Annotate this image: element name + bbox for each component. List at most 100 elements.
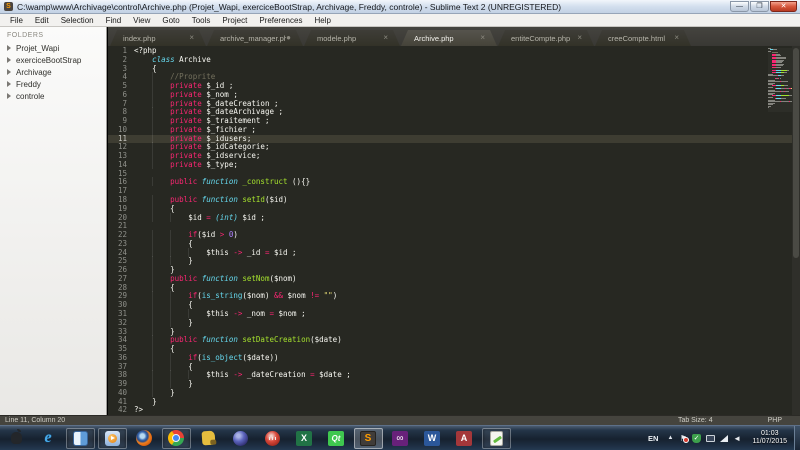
taskbar-clock[interactable]: 01:03 11/07/2015 bbox=[743, 430, 794, 447]
taskbar-eclipse-button[interactable] bbox=[226, 428, 255, 449]
folder-list: Projet_WapiexerciceBootStrapArchivage Fre… bbox=[0, 42, 106, 102]
sidebar-folder-freddy[interactable]: Freddy bbox=[0, 78, 106, 90]
tab-label: creeCompte.html bbox=[608, 34, 665, 43]
minimize-button[interactable]: — bbox=[730, 1, 749, 12]
taskbar-wmp-button[interactable] bbox=[98, 428, 127, 449]
code-line-25[interactable]: 25 } bbox=[108, 257, 792, 266]
maximize-button[interactable]: ❐ bbox=[750, 1, 769, 12]
syntax-indicator[interactable]: PHP bbox=[768, 417, 800, 424]
taskbar-yellow-tool-button[interactable] bbox=[194, 428, 223, 449]
menu-help[interactable]: Help bbox=[308, 16, 336, 25]
menu-bar: FileEditSelectionFindViewGotoToolsProjec… bbox=[0, 14, 800, 27]
volume-speaker-icon[interactable]: ◄ bbox=[733, 434, 741, 443]
code-line-24[interactable]: 24 $this -> _id = $id ; bbox=[108, 249, 792, 258]
network-signal-icon[interactable] bbox=[720, 435, 728, 442]
window-controls: — ❐ ✕ bbox=[729, 1, 797, 12]
folder-label: Freddy bbox=[16, 80, 41, 89]
sublime-text-icon: S bbox=[360, 431, 376, 446]
security-shield-icon[interactable]: ✓ bbox=[692, 434, 701, 443]
sidebar-folder-exercicebootstrap[interactable]: exerciceBootStrap bbox=[0, 54, 106, 66]
code-line-14[interactable]: 14 private $_type; bbox=[108, 161, 792, 170]
clock-date: 11/07/2015 bbox=[752, 438, 787, 447]
folder-expand-arrow-icon[interactable] bbox=[7, 45, 11, 51]
code-line-38[interactable]: 38 $this -> _dateCreation = $date ; bbox=[108, 371, 792, 380]
sidebar-folder-archivage[interactable]: Archivage bbox=[0, 66, 106, 78]
excel-icon: X bbox=[296, 431, 312, 446]
taskbar-internet-explorer-button[interactable]: e bbox=[34, 428, 63, 449]
code-line-20[interactable]: 20 $id = (int) $id ; bbox=[108, 214, 792, 223]
tab-entiteCompte.php[interactable]: entiteCompte.php× bbox=[498, 30, 594, 46]
menu-view[interactable]: View bbox=[127, 16, 156, 25]
code-line-27[interactable]: 27 public function setNom($nom) bbox=[108, 275, 792, 284]
code-line-40[interactable]: 40 } bbox=[108, 389, 792, 398]
tab-Archive.php[interactable]: Archive.php× bbox=[401, 30, 497, 46]
code-line-2[interactable]: 2 class Archive bbox=[108, 56, 792, 65]
sidebar-folder-projet_wapi[interactable]: Projet_Wapi bbox=[0, 42, 106, 54]
taskbar-notepad-green-button[interactable] bbox=[482, 428, 511, 449]
code-line-32[interactable]: 32 } bbox=[108, 319, 792, 328]
cursor-position: Line 11, Column 20 bbox=[0, 417, 678, 424]
modified-dot-icon[interactable]: ● bbox=[286, 34, 291, 42]
tab-close-icon[interactable]: × bbox=[577, 34, 582, 42]
code-line-29[interactable]: 29 if(is_string($nom) && $nom != "") bbox=[108, 292, 792, 301]
scrollbar-thumb[interactable] bbox=[793, 48, 799, 258]
menu-project[interactable]: Project bbox=[216, 16, 253, 25]
tab-close-icon[interactable]: × bbox=[189, 34, 194, 42]
code-line-42[interactable]: 42?> bbox=[108, 406, 792, 415]
folder-expand-arrow-icon[interactable] bbox=[7, 81, 11, 87]
taskbar-finder-button[interactable] bbox=[66, 428, 95, 449]
tab-close-icon[interactable]: × bbox=[480, 34, 485, 42]
taskbar-word-button[interactable]: W bbox=[418, 428, 447, 449]
folder-expand-arrow-icon[interactable] bbox=[7, 57, 11, 63]
code-text: private $_type; bbox=[134, 161, 238, 170]
taskbar-firefox-button[interactable] bbox=[130, 428, 159, 449]
taskbar-visual-studio-button[interactable]: ∞ bbox=[386, 428, 415, 449]
sidebar-folder-controle[interactable]: controle bbox=[0, 90, 106, 102]
taskbar-qt-button[interactable]: Qt bbox=[322, 428, 351, 449]
line-number: 7 bbox=[108, 100, 134, 109]
language-indicator[interactable]: EN bbox=[643, 434, 663, 443]
code-line-39[interactable]: 39 } bbox=[108, 380, 792, 389]
yellow-tool-icon bbox=[201, 431, 215, 446]
tab-close-icon[interactable]: × bbox=[383, 34, 388, 42]
tab-creeCompte.html[interactable]: creeCompte.html × bbox=[595, 30, 691, 46]
vertical-scrollbar[interactable] bbox=[792, 46, 800, 415]
taskbar-sublime-text-button[interactable]: S bbox=[354, 428, 383, 449]
folder-expand-arrow-icon[interactable] bbox=[7, 69, 11, 75]
code-line-22[interactable]: 22 if($id > 0) bbox=[108, 231, 792, 240]
menu-selection[interactable]: Selection bbox=[55, 16, 100, 25]
code-line-16[interactable]: 16 public function _construct (){} bbox=[108, 178, 792, 187]
system-tray: EN ▲ ⚑ ✓ ◄ 01:03 11/07/2015 bbox=[643, 426, 800, 450]
show-desktop-button[interactable] bbox=[794, 426, 800, 450]
folder-expand-arrow-icon[interactable] bbox=[7, 93, 11, 99]
tab-archive_manager.php[interactable]: archive_manager.php● bbox=[207, 30, 303, 46]
code-line-18[interactable]: 18 public function setId($id) bbox=[108, 196, 792, 205]
menu-file[interactable]: File bbox=[4, 16, 29, 25]
tab-modele.php[interactable]: modele.php× bbox=[304, 30, 400, 46]
menu-find[interactable]: Find bbox=[100, 16, 128, 25]
tab-size-indicator[interactable]: Tab Size: 4 bbox=[678, 417, 768, 424]
menu-tools[interactable]: Tools bbox=[186, 16, 217, 25]
taskbar-access-button[interactable]: A bbox=[450, 428, 479, 449]
code-line-34[interactable]: 34 public function setDateCreation($date… bbox=[108, 336, 792, 345]
menu-preferences[interactable]: Preferences bbox=[253, 16, 308, 25]
code-line-41[interactable]: 41 } bbox=[108, 398, 792, 407]
code-line-31[interactable]: 31 $this -> _nom = $nom ; bbox=[108, 310, 792, 319]
action-center-flag-icon[interactable]: ⚑ bbox=[680, 434, 687, 443]
code-text: public function _construct (){} bbox=[134, 178, 310, 187]
taskbar-red-orb-button[interactable] bbox=[258, 428, 287, 449]
start-button[interactable] bbox=[2, 428, 31, 449]
code-area[interactable]: 1<?php2 class Archive3 {4 //Proprite5 pr… bbox=[108, 46, 792, 415]
show-hidden-icons-chevron[interactable]: ▲ bbox=[663, 435, 677, 441]
code-line-36[interactable]: 36 if(is_object($date)) bbox=[108, 354, 792, 363]
tab-index.php[interactable]: index.php× bbox=[110, 30, 206, 46]
tab-close-icon[interactable]: × bbox=[674, 34, 679, 42]
menu-edit[interactable]: Edit bbox=[29, 16, 55, 25]
taskbar-excel-button[interactable]: X bbox=[290, 428, 319, 449]
taskbar-chrome-button[interactable] bbox=[162, 428, 191, 449]
close-button[interactable]: ✕ bbox=[770, 1, 797, 12]
display-monitor-icon[interactable] bbox=[706, 435, 715, 442]
eclipse-icon bbox=[233, 431, 248, 446]
menu-goto[interactable]: Goto bbox=[156, 16, 185, 25]
desktop: S C:\wamp\www\Archivage\control\Archive.… bbox=[0, 0, 800, 450]
